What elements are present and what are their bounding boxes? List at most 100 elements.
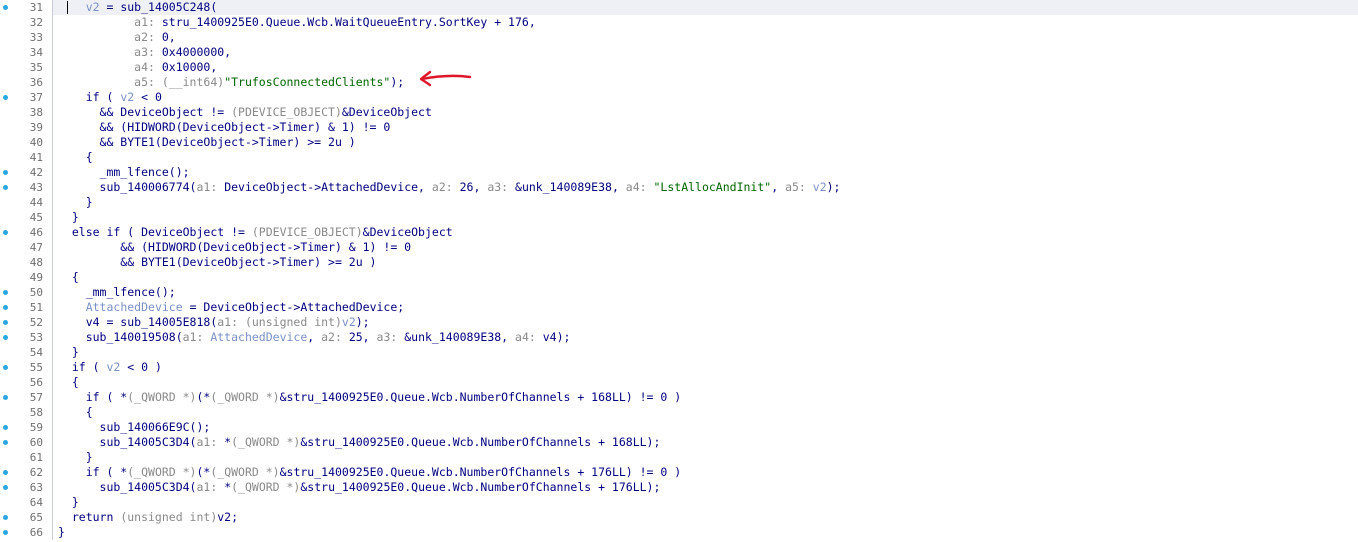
code-token[interactable]: v2 xyxy=(106,360,120,374)
code-text[interactable]: AttachedDevice = DeviceObject->AttachedD… xyxy=(58,300,405,315)
line-gutter[interactable]: 36 xyxy=(0,75,53,90)
code-token[interactable]: (* xyxy=(197,465,211,479)
decompiler-pseudocode-view[interactable]: 31 v2 = sub_14005C248(32 a1: stru_140092… xyxy=(0,0,1358,540)
code-token[interactable]: } xyxy=(58,210,79,224)
code-token[interactable]: } xyxy=(58,525,65,539)
code-token[interactable]: a3: xyxy=(377,330,405,344)
line-gutter[interactable]: 59 xyxy=(0,420,53,435)
line-gutter[interactable]: 48 xyxy=(0,255,53,270)
code-token[interactable]: 0x4000000, xyxy=(162,45,231,59)
line-gutter[interactable]: 34 xyxy=(0,45,53,60)
code-text[interactable]: _mm_lfence(); xyxy=(58,165,190,180)
code-text[interactable]: && BYTE1(DeviceObject->Timer) >= 2u ) xyxy=(58,135,356,150)
breakpoint-dot-icon[interactable] xyxy=(3,185,8,190)
code-text[interactable]: sub_140066E9C(); xyxy=(58,420,211,435)
code-line[interactable]: 54 } xyxy=(0,345,1358,360)
code-token[interactable]: a1: xyxy=(196,480,224,494)
code-line[interactable]: 49 { xyxy=(0,270,1358,285)
code-token[interactable]: _mm_lfence(); xyxy=(58,165,190,179)
breakpoint-dot-icon[interactable] xyxy=(3,290,8,295)
code-token[interactable]: (_QWORD *) xyxy=(210,465,279,479)
code-text[interactable]: && (HIDWORD(DeviceObject->Timer) & 1) !=… xyxy=(58,120,391,135)
code-text[interactable]: } xyxy=(58,525,65,540)
code-line[interactable]: 53 sub_140019508(a1: AttachedDevice, a2:… xyxy=(0,330,1358,345)
code-text[interactable]: else if ( DeviceObject != (PDEVICE_OBJEC… xyxy=(58,225,453,240)
breakpoint-dot-icon[interactable] xyxy=(3,485,8,490)
code-token[interactable]: (unsigned int) xyxy=(245,315,342,329)
code-text[interactable]: } xyxy=(58,450,93,465)
code-line[interactable]: 40 && BYTE1(DeviceObject->Timer) >= 2u ) xyxy=(0,135,1358,150)
code-token[interactable]: } xyxy=(58,195,93,209)
code-token[interactable]: &stru_1400925E0.Queue.Wcb.NumberOfChanne… xyxy=(280,390,682,404)
code-line[interactable]: 58 { xyxy=(0,405,1358,420)
code-line[interactable]: 44 } xyxy=(0,195,1358,210)
code-text[interactable]: v4 = sub_14005E818(a1: (unsigned int)v2)… xyxy=(58,315,370,330)
code-token[interactable]: a3: xyxy=(134,45,162,59)
code-line[interactable]: 41 { xyxy=(0,150,1358,165)
code-token[interactable]: v2 xyxy=(342,315,356,329)
code-token[interactable]: &stru_1400925E0.Queue.Wcb.NumberOfChanne… xyxy=(280,465,682,479)
line-gutter[interactable]: 38 xyxy=(0,105,53,120)
code-token[interactable]: sub_140019508( xyxy=(58,330,183,344)
code-line[interactable]: 31 v2 = sub_14005C248( xyxy=(0,0,1358,15)
breakpoint-dot-icon[interactable] xyxy=(3,335,8,340)
code-token[interactable]: { xyxy=(58,405,93,419)
code-text[interactable]: { xyxy=(58,405,93,420)
code-token[interactable]: else if ( DeviceObject != xyxy=(58,225,252,239)
code-token[interactable]: DeviceObject->AttachedDevice, xyxy=(224,180,432,194)
code-line[interactable]: 32 a1: stru_1400925E0.Queue.Wcb.WaitQueu… xyxy=(0,15,1358,30)
code-token[interactable]: (* xyxy=(197,390,211,404)
code-text[interactable]: && (HIDWORD(DeviceObject->Timer) & 1) !=… xyxy=(58,240,411,255)
code-token[interactable]: return xyxy=(58,510,120,524)
code-line[interactable]: 66} xyxy=(0,525,1358,540)
code-text[interactable]: } xyxy=(58,210,79,225)
code-text[interactable]: } xyxy=(58,345,79,360)
code-token[interactable]: a1: xyxy=(217,315,245,329)
breakpoint-dot-icon[interactable] xyxy=(3,515,8,520)
code-token[interactable]: 26, xyxy=(460,180,488,194)
code-line[interactable]: 51 AttachedDevice = DeviceObject->Attach… xyxy=(0,300,1358,315)
code-token[interactable] xyxy=(58,300,86,314)
line-gutter[interactable]: 63 xyxy=(0,480,53,495)
code-token[interactable]: &DeviceObject xyxy=(342,105,432,119)
code-text[interactable]: if ( *(_QWORD *)(*(_QWORD *)&stru_140092… xyxy=(58,390,682,405)
code-text[interactable]: sub_140006774(a1: DeviceObject->Attached… xyxy=(58,180,841,195)
line-gutter[interactable]: 54 xyxy=(0,345,53,360)
line-gutter[interactable]: 53 xyxy=(0,330,53,345)
code-token[interactable]: v4); xyxy=(543,330,571,344)
code-token[interactable]: ); xyxy=(356,315,370,329)
line-gutter[interactable]: 46 xyxy=(0,225,53,240)
code-token[interactable]: "TrufosConnectedClients" xyxy=(224,75,390,89)
code-line[interactable]: 59 sub_140066E9C(); xyxy=(0,420,1358,435)
code-token[interactable]: = sub_14005C248( xyxy=(100,0,217,14)
code-line[interactable]: 38 && DeviceObject != (PDEVICE_OBJECT)&D… xyxy=(0,105,1358,120)
code-text[interactable]: _mm_lfence(); xyxy=(58,285,176,300)
code-line[interactable]: 56 { xyxy=(0,375,1358,390)
code-text[interactable]: } xyxy=(58,195,93,210)
code-token[interactable]: && (HIDWORD(DeviceObject->Timer) & 1) !=… xyxy=(58,120,391,134)
code-text[interactable]: sub_140019508(a1: AttachedDevice, a2: 25… xyxy=(58,330,571,345)
line-gutter[interactable]: 32 xyxy=(0,15,53,30)
code-text[interactable]: } xyxy=(58,495,79,510)
breakpoint-dot-icon[interactable] xyxy=(3,395,8,400)
line-gutter[interactable]: 45 xyxy=(0,210,53,225)
code-text[interactable]: { xyxy=(58,150,93,165)
code-token[interactable]: a4: xyxy=(134,60,162,74)
code-token[interactable]: { xyxy=(58,150,93,164)
code-token[interactable]: AttachedDevice xyxy=(86,300,183,314)
line-gutter[interactable]: 44 xyxy=(0,195,53,210)
code-line[interactable]: 55 if ( v2 < 0 ) xyxy=(0,360,1358,375)
line-gutter[interactable]: 33 xyxy=(0,30,53,45)
line-gutter[interactable]: 40 xyxy=(0,135,53,150)
line-gutter[interactable]: 51 xyxy=(0,300,53,315)
code-line[interactable]: 60 sub_14005C3D4(a1: *(_QWORD *)&stru_14… xyxy=(0,435,1358,450)
code-token[interactable]: } xyxy=(58,495,79,509)
code-token[interactable]: (_QWORD *) xyxy=(127,390,196,404)
code-token[interactable]: if ( xyxy=(58,360,106,374)
code-token[interactable]: sub_140066E9C(); xyxy=(58,420,211,434)
code-line[interactable]: 62 if ( *(_QWORD *)(*(_QWORD *)&stru_140… xyxy=(0,465,1358,480)
code-text[interactable]: sub_14005C3D4(a1: *(_QWORD *)&stru_14009… xyxy=(58,480,661,495)
line-gutter[interactable]: 31 xyxy=(0,0,53,15)
code-token[interactable]: sub_140006774( xyxy=(58,180,197,194)
code-token[interactable]: a2: xyxy=(134,30,162,44)
